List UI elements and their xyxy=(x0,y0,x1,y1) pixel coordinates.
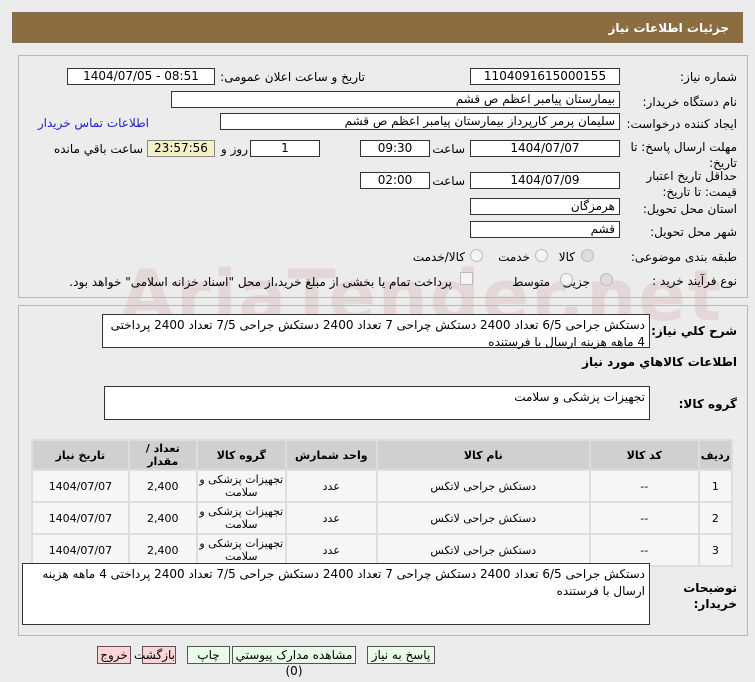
deadline-label: مهلت ارسال پاسخ: تا تاریخ: xyxy=(630,140,737,170)
cell-group: تجهیزات پزشکی و سلامت xyxy=(197,535,285,565)
cell-date: 1404/07/07 xyxy=(33,503,128,533)
contact-buyer-link[interactable]: اطلاعات تماس خریدار xyxy=(38,116,149,130)
treasury-payment-checkbox[interactable] xyxy=(460,272,473,285)
group-textarea[interactable]: تجهیزات پزشکی و سلامت xyxy=(104,386,650,420)
goods-heading: اطلاعات کالاهاي مورد نیاز xyxy=(582,355,737,369)
summary-label: شرح کلي نیاز: xyxy=(651,324,737,338)
table-row: 3 -- دستکش جراحی لاتکس عدد تجهیزات پزشکی و س… xyxy=(33,535,731,565)
category-radio-both[interactable] xyxy=(470,249,483,262)
validity-date-field[interactable]: 1404/07/09 xyxy=(470,172,620,189)
buyer-org-field[interactable]: بیمارستان پیامبر اعظم ص قشم xyxy=(171,91,620,108)
validity-time-label: ساعت xyxy=(432,174,465,188)
creator-label: ایجاد کننده درخواست: xyxy=(626,117,737,131)
page-title: جزئیات اطلاعات نیاز xyxy=(608,21,729,35)
table-row: 1 -- دستکش جراحی لاتکس عدد تجهیزات پزشکی و س… xyxy=(33,471,731,501)
cell-date: 1404/07/07 xyxy=(33,471,128,501)
col-group: گروه کالا xyxy=(197,441,285,469)
need-number-label: شماره نیاز: xyxy=(680,70,737,84)
cell-name: دستکش جراحی لاتکس xyxy=(377,535,589,565)
validity-time-field[interactable]: 02:00 xyxy=(360,172,430,189)
remaining-label: ساعت باقي مانده xyxy=(53,142,143,156)
col-date: تاریخ نیاز xyxy=(33,441,128,469)
back-button[interactable]: بازگشت xyxy=(134,646,176,664)
process-radio-medium[interactable] xyxy=(560,273,573,286)
creator-field[interactable]: سلیمان پرمر کارپرداز بیمارستان پیامبر اع… xyxy=(220,113,620,130)
buyer-notes-textarea[interactable]: دستکش جراحی 6/5 تعداد 2400 دستکش چراحی 7… xyxy=(22,563,650,625)
goods-table: ردیف کد کالا نام کالا واحد شمارش گروه کا… xyxy=(31,439,733,567)
cell-group: تجهیزات پزشکی و سلامت xyxy=(197,503,285,533)
col-name: نام کالا xyxy=(377,441,589,469)
cell-date: 1404/07/07 xyxy=(33,535,128,565)
process-medium-label: متوسط xyxy=(512,275,550,289)
remaining-time: 23:57:56 xyxy=(147,140,215,157)
table-row: 2 -- دستکش جراحی لاتکس عدد تجهیزات پزشکی و س… xyxy=(33,503,731,533)
cell-row: 1 xyxy=(699,471,731,501)
deadline-date-field[interactable]: 1404/07/07 xyxy=(470,140,620,157)
exit-button[interactable]: خروج xyxy=(97,646,131,664)
buyer-org-label: نام دستگاه خریدار: xyxy=(642,95,738,109)
goods-table-wrap: ردیف کد کالا نام کالا واحد شمارش گروه کا… xyxy=(31,439,733,567)
province-label: استان محل تحویل: xyxy=(642,202,737,216)
process-label: نوع فرآیند خرید : xyxy=(652,274,737,288)
page-header: جزئیات اطلاعات نیاز xyxy=(12,12,743,43)
cell-group: تجهیزات پزشکی و سلامت xyxy=(197,471,285,501)
col-unit: واحد شمارش xyxy=(286,441,376,469)
summary-textarea[interactable]: دستکش جراحی 6/5 تعداد 2400 دستکش چراحی 7… xyxy=(102,314,650,349)
col-code: کد کالا xyxy=(590,441,698,469)
cell-unit: عدد xyxy=(286,503,376,533)
cell-code: -- xyxy=(590,535,698,565)
view-attachments-button[interactable]: مشاهده مدارک پیوستي (0) xyxy=(232,646,356,678)
days-field[interactable]: 1 xyxy=(250,140,320,157)
cell-qty: 2,400 xyxy=(129,503,196,533)
need-number-field[interactable]: 1104091615000155 xyxy=(470,68,620,85)
province-field[interactable]: هرمزگان xyxy=(470,198,620,215)
cell-qty: 2,400 xyxy=(129,535,196,565)
category-label: طبقه بندی موضوعی: xyxy=(630,250,737,264)
buyer-notes-label: توضیحات خریدار: xyxy=(683,581,737,611)
payment-note: پرداخت تمام یا بخشی از مبلغ خرید،از محل … xyxy=(69,275,452,289)
deadline-time-field[interactable]: 09:30 xyxy=(360,140,430,157)
category-service-label: خدمت xyxy=(498,250,530,264)
cell-code: -- xyxy=(590,471,698,501)
reply-button[interactable]: پاسخ به نیاز xyxy=(367,646,435,664)
deadline-time-label: ساعت xyxy=(432,142,465,156)
city-label: شهر محل تحویل: xyxy=(650,225,737,239)
validity-label: حداقل تاریخ اعتبار قیمت: تا تاریخ: xyxy=(646,169,737,199)
announce-label: تاریخ و ساعت اعلان عمومی: xyxy=(220,70,365,84)
category-radio-service[interactable] xyxy=(535,249,548,262)
category-both-label: کالا/خدمت xyxy=(412,250,465,264)
process-radio-minor[interactable] xyxy=(600,273,613,286)
cell-name: دستکش جراحی لاتکس xyxy=(377,503,589,533)
print-button[interactable]: چاپ xyxy=(187,646,230,664)
group-label: گروه کالا: xyxy=(678,397,737,411)
cell-code: -- xyxy=(590,503,698,533)
col-qty: تعداد / مقدار xyxy=(129,441,196,469)
cell-name: دستکش جراحی لاتکس xyxy=(377,471,589,501)
cell-row: 2 xyxy=(699,503,731,533)
col-row: ردیف xyxy=(699,441,731,469)
announce-field[interactable]: 1404/07/05 - 08:51 xyxy=(67,68,215,85)
city-field[interactable]: قشم xyxy=(470,221,620,238)
cell-unit: عدد xyxy=(286,471,376,501)
days-label: روز و xyxy=(221,142,248,156)
category-radio-goods[interactable] xyxy=(581,249,594,262)
cell-qty: 2,400 xyxy=(129,471,196,501)
cell-row: 3 xyxy=(699,535,731,565)
category-goods-label: کالا xyxy=(558,250,575,264)
cell-unit: عدد xyxy=(286,535,376,565)
